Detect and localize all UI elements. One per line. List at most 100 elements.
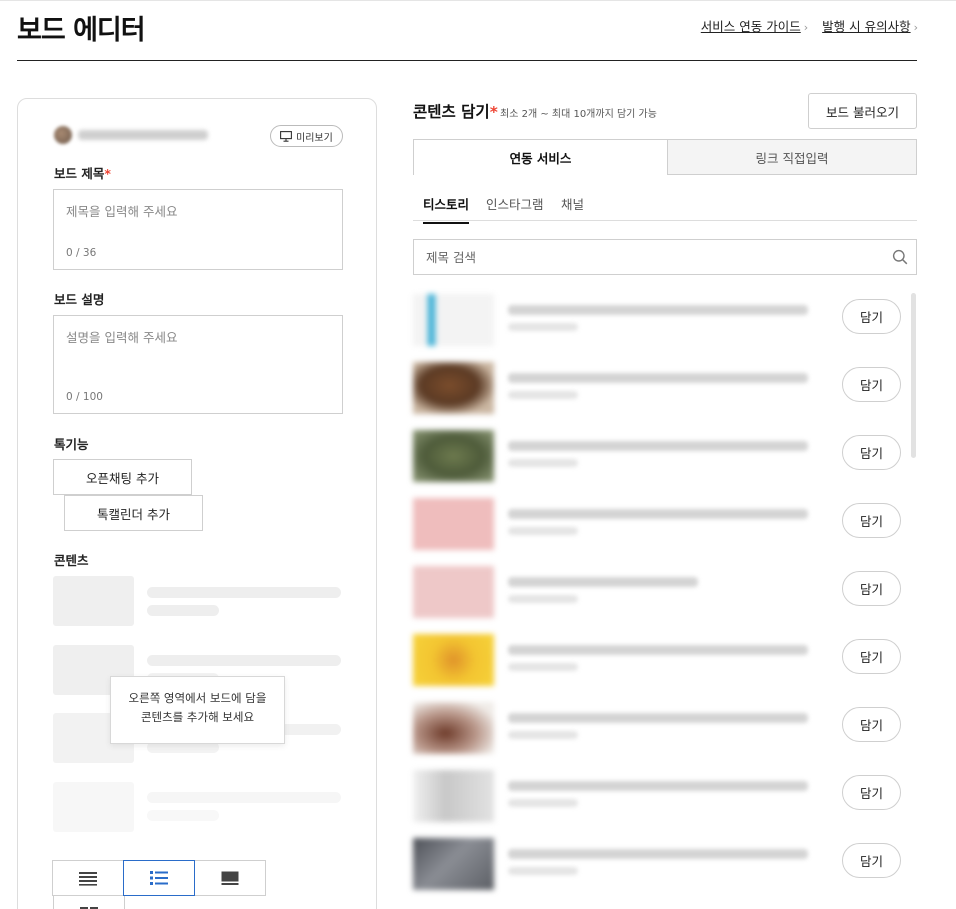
item-meta-blurred — [508, 731, 578, 739]
board-desc-field[interactable]: 설명을 입력해 주세요 0 / 100 — [53, 315, 343, 414]
preview-label: 미리보기 — [296, 132, 333, 144]
content-placeholder-thumb — [53, 782, 134, 832]
list-item: 담기 — [413, 838, 909, 894]
list-item: 담기 — [413, 294, 909, 350]
item-meta-blurred — [508, 799, 578, 807]
add-content-button[interactable]: 담기 — [842, 843, 901, 878]
list-compact-icon — [79, 872, 97, 886]
list-scrollbar-thumb[interactable] — [911, 293, 916, 458]
item-title-blurred — [508, 305, 808, 315]
subtab-channel[interactable]: 채널 — [561, 194, 584, 213]
content-picker-title-text: 콘텐츠 담기 — [413, 103, 490, 121]
item-meta-blurred — [508, 663, 578, 671]
preview-button[interactable]: 미리보기 — [270, 125, 343, 147]
content-placeholder-line — [147, 655, 341, 666]
item-meta-blurred — [508, 867, 578, 875]
add-content-button[interactable]: 담기 — [842, 503, 901, 538]
add-content-button[interactable]: 담기 — [842, 775, 901, 810]
features-label: 톡기능 — [54, 437, 89, 452]
list-item: 담기 — [413, 702, 909, 758]
header-links: 서비스 연동 가이드 › 발행 시 유의사항 › — [701, 16, 918, 35]
board-title-count: 0 / 36 — [66, 247, 97, 259]
add-label: 담기 — [859, 446, 883, 461]
list-item: 담기 — [413, 498, 909, 554]
view-list-bullet-button[interactable] — [123, 860, 195, 896]
service-subtabs: 티스토리 인스타그램 채널 — [413, 190, 917, 224]
item-meta-blurred — [508, 527, 578, 535]
contents-label: 콘텐츠 — [54, 553, 89, 568]
content-placeholder-line — [147, 792, 341, 803]
item-title-blurred — [508, 577, 698, 587]
add-content-button[interactable]: 담기 — [842, 707, 901, 742]
page-title: 보드 에디터 — [17, 15, 146, 46]
item-thumbnail — [413, 430, 494, 482]
item-meta-blurred — [508, 323, 578, 331]
load-board-button[interactable]: 보드 불러오기 — [808, 93, 917, 129]
view-mode-toggle — [52, 860, 266, 896]
service-guide-label: 서비스 연동 가이드 — [700, 19, 801, 34]
item-thumbnail — [413, 294, 494, 346]
add-content-button[interactable]: 담기 — [842, 639, 901, 674]
add-label: 담기 — [859, 650, 883, 665]
chevron-right-icon: › — [913, 21, 918, 34]
blog-info — [54, 126, 208, 144]
service-guide-link[interactable]: 서비스 연동 가이드 › — [701, 16, 808, 35]
board-title-label-text: 보드 제목 — [54, 166, 105, 181]
item-title-blurred — [508, 645, 808, 655]
list-item: 담기 — [413, 634, 909, 690]
item-meta-blurred — [508, 459, 578, 467]
add-label: 담기 — [859, 718, 883, 733]
item-thumbnail — [413, 838, 494, 890]
add-label: 담기 — [859, 514, 883, 529]
board-title-field[interactable]: 제목을 입력해 주세요 0 / 36 — [53, 189, 343, 270]
required-mark: * — [489, 103, 498, 121]
subtab-instagram[interactable]: 인스타그램 — [486, 194, 544, 213]
item-meta-blurred — [508, 595, 578, 603]
list-item: 담기 — [413, 362, 909, 418]
list-item: 담기 — [413, 566, 909, 622]
publish-notice-label: 발행 시 유의사항 — [822, 19, 911, 34]
add-content-button[interactable]: 담기 — [842, 435, 901, 470]
search-input[interactable] — [414, 240, 884, 274]
top-border — [0, 0, 956, 1]
search-box — [413, 239, 917, 275]
add-content-button[interactable]: 담기 — [842, 571, 901, 606]
item-meta-blurred — [508, 391, 578, 399]
content-placeholder-line — [147, 605, 219, 616]
item-title-blurred — [508, 713, 808, 723]
subtab-tistory[interactable]: 티스토리 — [423, 194, 470, 224]
content-placeholder-line — [147, 810, 219, 821]
tab-direct-link[interactable]: 링크 직접입력 — [667, 139, 917, 175]
board-desc-placeholder: 설명을 입력해 주세요 — [66, 330, 178, 345]
view-card-button[interactable] — [194, 860, 266, 896]
item-thumbnail — [413, 634, 494, 686]
search-icon[interactable] — [892, 249, 908, 265]
talk-calendar-add-button[interactable]: 톡캘린더 추가 — [64, 495, 203, 531]
item-title-blurred — [508, 373, 808, 383]
board-title-placeholder: 제목을 입력해 주세요 — [66, 204, 178, 219]
publish-notice-link[interactable]: 발행 시 유의사항 › — [822, 16, 918, 35]
list-bullet-icon — [150, 871, 168, 885]
add-label: 담기 — [859, 786, 883, 801]
chevron-right-icon: › — [803, 21, 809, 34]
view-list-compact-button[interactable] — [52, 860, 124, 896]
add-content-button[interactable]: 담기 — [842, 367, 901, 402]
view-grid-button[interactable] — [53, 895, 125, 909]
required-mark: * — [104, 166, 111, 181]
monitor-icon — [280, 130, 292, 142]
card-icon — [221, 871, 239, 885]
item-thumbnail — [413, 702, 494, 754]
tab-linked-services[interactable]: 연동 서비스 — [413, 139, 668, 175]
board-title-label: 보드 제목* — [54, 163, 111, 182]
item-title-blurred — [508, 781, 808, 791]
board-desc-label: 보드 설명 — [54, 292, 105, 307]
tooltip-line-2: 콘텐츠를 추가해 보세요 — [140, 710, 255, 724]
board-desc-count: 0 / 100 — [66, 391, 103, 403]
list-item: 담기 — [413, 430, 909, 486]
open-chat-add-button[interactable]: 오픈채팅 추가 — [53, 459, 192, 495]
add-content-button[interactable]: 담기 — [842, 299, 901, 334]
blog-name-blurred — [78, 130, 208, 140]
content-picker-title: 콘텐츠 담기* — [413, 100, 498, 122]
content-placeholder-thumb — [53, 576, 134, 626]
content-placeholder-line — [147, 587, 341, 598]
